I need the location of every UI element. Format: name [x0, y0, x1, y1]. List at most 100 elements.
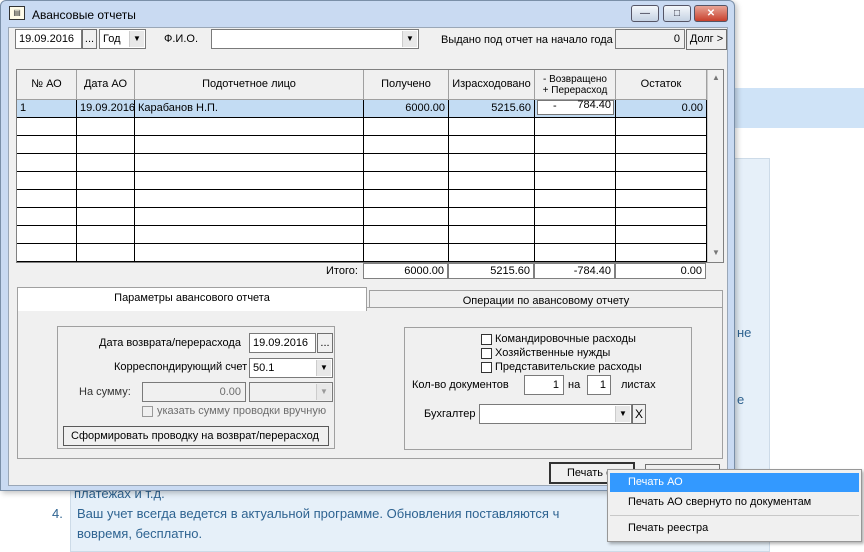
table-cell-empty — [449, 154, 535, 172]
issued-value-field: 0 — [615, 29, 685, 49]
column-header[interactable]: Израсходовано — [449, 70, 535, 100]
return-date-picker-button[interactable]: ... — [317, 333, 333, 353]
table-row-empty[interactable] — [17, 190, 707, 208]
make-entry-button[interactable]: Сформировать проводку на возврат/перерас… — [63, 426, 329, 446]
table-cell-empty — [535, 118, 616, 136]
table-cell-empty — [17, 118, 77, 136]
table-cell-empty — [364, 118, 449, 136]
cell-spent: 5215.60 — [449, 100, 535, 118]
table-row-empty[interactable] — [17, 154, 707, 172]
chevron-down-icon[interactable]: ▼ — [129, 31, 144, 47]
close-button[interactable]: ✕ — [694, 5, 728, 22]
account-select[interactable]: 50.1 ▼ — [249, 358, 333, 378]
return-date-label: Дата возврата/перерасхода — [99, 337, 241, 349]
menu-separator — [610, 515, 859, 516]
representative-checkbox[interactable] — [481, 362, 492, 373]
household-label: Хозяйственные нужды — [495, 347, 611, 359]
table-cell-empty — [535, 226, 616, 244]
table-row-empty[interactable] — [17, 226, 707, 244]
table-cell-empty — [135, 244, 364, 262]
table-cell-empty — [449, 226, 535, 244]
chevron-down-icon[interactable]: ▼ — [316, 360, 331, 376]
table-cell-empty — [449, 244, 535, 262]
fio-label: Ф.И.О. — [164, 33, 198, 45]
bg-text-line: вовремя, бесплатно. — [77, 526, 203, 541]
table-scrollbar[interactable]: ▲ ▼ — [707, 70, 723, 262]
accountant-select[interactable]: ▼ — [479, 404, 632, 424]
cell-returned: 784.40 — [577, 100, 611, 111]
manual-sum-checkbox[interactable] — [142, 406, 153, 417]
period-select[interactable]: Год ▼ — [99, 29, 146, 49]
params-panel: Дата возврата/перерасхода 19.09.2016 ...… — [17, 307, 723, 459]
column-header[interactable]: Остаток — [616, 70, 707, 100]
title-bar[interactable]: ▤ Авансовые отчеты — □ ✕ — [1, 1, 734, 27]
on-label: на — [568, 379, 581, 391]
table-row-empty[interactable] — [17, 244, 707, 262]
menu-item-print-registry[interactable]: Печать реестра — [610, 519, 859, 538]
table-cell-empty — [17, 154, 77, 172]
manual-sum-label: указать сумму проводки вручную — [157, 405, 327, 417]
column-header[interactable]: № АО — [17, 70, 77, 100]
table-row-empty[interactable] — [17, 208, 707, 226]
column-header[interactable]: Дата АО — [77, 70, 135, 100]
sum-input[interactable]: 0.00 — [142, 382, 246, 402]
advance-reports-table[interactable]: № АО Дата АО Подотчетное лицо Получено И… — [16, 69, 724, 263]
table-cell-empty — [535, 208, 616, 226]
tab-params[interactable]: Параметры авансового отчета — [17, 287, 367, 311]
table-cell-empty — [449, 190, 535, 208]
table-cell-empty — [17, 208, 77, 226]
fio-select[interactable]: ▼ — [211, 29, 419, 49]
table-row-empty[interactable] — [17, 172, 707, 190]
table-cell-empty — [77, 136, 135, 154]
clear-accountant-button[interactable]: X — [632, 404, 646, 424]
scroll-down-icon[interactable]: ▼ — [709, 245, 723, 261]
return-date-input[interactable]: 19.09.2016 — [249, 333, 316, 353]
table-cell-empty — [364, 190, 449, 208]
chevron-down-icon[interactable]: ▼ — [402, 31, 417, 47]
table-cell-empty — [364, 208, 449, 226]
table-cell-empty — [449, 136, 535, 154]
sheets-count-input[interactable]: 1 — [587, 375, 611, 395]
table-cell-empty — [135, 118, 364, 136]
table-cell-empty — [17, 226, 77, 244]
maximize-button[interactable]: □ — [663, 5, 691, 22]
table-row-empty[interactable] — [17, 118, 707, 136]
bg-text-line: Ваш учет всегда ведется в актуальной про… — [77, 506, 560, 521]
sum-account-select[interactable]: ▼ — [249, 382, 333, 402]
table-cell-empty — [135, 208, 364, 226]
cell-returned-editor[interactable]: - 784.40 — [535, 100, 616, 118]
table-cell-empty — [364, 154, 449, 172]
totals-label: Итого: — [326, 265, 358, 277]
sum-label: На сумму: — [79, 386, 131, 398]
menu-item-print-ao[interactable]: Печать АО — [610, 473, 859, 492]
table-cell-empty — [449, 208, 535, 226]
scroll-up-icon[interactable]: ▲ — [709, 70, 723, 86]
table-cell-empty — [364, 226, 449, 244]
chevron-down-icon[interactable]: ▼ — [316, 384, 331, 400]
cell-date: 19.09.2016 — [77, 100, 135, 118]
debt-button[interactable]: Долг > — [686, 29, 727, 50]
date-input[interactable]: 19.09.2016 — [15, 29, 82, 49]
column-header[interactable]: Получено — [364, 70, 449, 100]
column-header[interactable]: Подотчетное лицо — [135, 70, 364, 100]
bg-list-number: 4. — [52, 506, 63, 521]
table-row-empty[interactable] — [17, 136, 707, 154]
table-cell-empty — [17, 136, 77, 154]
cell-returned-sign: - — [553, 100, 557, 112]
table-row[interactable]: 1 19.09.2016 Карабанов Н.П. 6000.00 5215… — [17, 100, 707, 118]
date-picker-button[interactable]: ... — [82, 29, 97, 49]
menu-item-print-ao-collapsed[interactable]: Печать АО свернуто по документам — [610, 493, 859, 512]
table-cell-empty — [135, 136, 364, 154]
chevron-down-icon[interactable]: ▼ — [615, 406, 630, 422]
background-banner — [735, 88, 864, 128]
table-cell-empty — [135, 190, 364, 208]
household-checkbox[interactable] — [481, 348, 492, 359]
column-header[interactable]: - Возвращено + Перерасход — [535, 70, 616, 100]
cell-person: Карабанов Н.П. — [135, 100, 364, 118]
table-cell-empty — [17, 172, 77, 190]
travel-checkbox[interactable] — [481, 334, 492, 345]
table-cell-empty — [77, 244, 135, 262]
minimize-button[interactable]: — — [631, 5, 659, 22]
docs-count-input[interactable]: 1 — [524, 375, 564, 395]
table-cell-empty — [77, 208, 135, 226]
